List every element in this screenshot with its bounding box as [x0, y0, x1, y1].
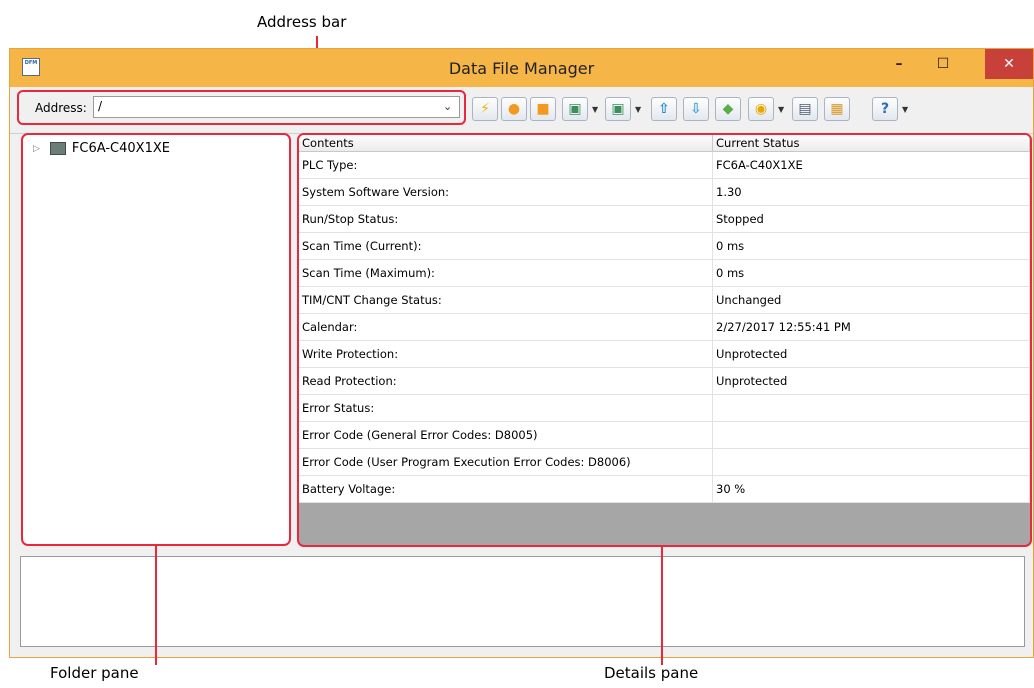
toolbar-button-9[interactable]: ◉ — [748, 97, 774, 121]
window-icon-1: ▣ — [568, 101, 582, 117]
toolbar-button-8[interactable]: ◆ — [715, 97, 741, 121]
chevron-down-icon[interactable]: ⌄ — [443, 100, 452, 113]
save-icon: ▤ — [798, 101, 812, 117]
details-table: Contents Current Status PLC Type: FC6A-C4… — [299, 135, 1030, 503]
dropdown-arrow-icon[interactable]: ▼ — [592, 105, 598, 114]
stop-icon: ■ — [536, 101, 550, 117]
contents-cell: TIM/CNT Change Status: — [299, 286, 713, 314]
maximize-button[interactable]: ☐ — [921, 49, 965, 79]
status-cell: 30 % — [712, 475, 1030, 503]
table-row[interactable]: Error Status: — [299, 394, 1030, 422]
window-icon-2: ▣ — [611, 101, 625, 117]
details-pane-callout-line — [661, 545, 663, 665]
contents-cell: Scan Time (Maximum): — [299, 259, 713, 287]
table-row[interactable]: TIM/CNT Change Status: Unchanged — [299, 286, 1030, 314]
address-input[interactable]: / — [93, 96, 460, 118]
contents-cell: Scan Time (Current): — [299, 232, 713, 260]
table-header-row: Contents Current Status — [299, 135, 1030, 152]
table-row[interactable]: Run/Stop Status: Stopped — [299, 205, 1030, 233]
lightning-icon: ⚡ — [480, 101, 490, 117]
status-cell: 0 ms — [712, 232, 1030, 260]
table-row[interactable]: Calendar: 2/27/2017 12:55:41 PM — [299, 313, 1030, 341]
document-icon: ▦ — [830, 101, 844, 117]
close-button[interactable]: ✕ — [985, 49, 1033, 79]
status-cell: Unchanged — [712, 286, 1030, 314]
tree-item-label: FC6A-C40X1XE — [71, 141, 170, 156]
data-file-manager-window: DFM Data File Manager – ☐ ✕ Address: / ⌄… — [9, 48, 1034, 658]
table-row[interactable]: Error Code (User Program Execution Error… — [299, 448, 1030, 476]
toolbar-button-11[interactable]: ▦ — [824, 97, 850, 121]
toolbar-button-12[interactable]: ? — [872, 97, 898, 121]
status-cell: Unprotected — [712, 340, 1030, 368]
tree-item-plc[interactable]: ▷ FC6A-C40X1XE — [33, 141, 170, 156]
run-icon: ● — [507, 101, 521, 117]
details-pane: Contents Current Status PLC Type: FC6A-C4… — [297, 133, 1032, 547]
status-cell: Stopped — [712, 205, 1030, 233]
contents-cell: Error Code (User Program Execution Error… — [299, 448, 713, 476]
contents-cell: Read Protection: — [299, 367, 713, 395]
table-row[interactable]: Error Code (General Error Codes: D8005) — [299, 421, 1030, 449]
toolbar-button-2[interactable]: ● — [501, 97, 527, 121]
contents-cell: System Software Version: — [299, 178, 713, 206]
toolbar-button-3[interactable]: ■ — [530, 97, 556, 121]
back-icon: ◆ — [722, 101, 734, 117]
contents-cell: Calendar: — [299, 313, 713, 341]
contents-cell: Error Status: — [299, 394, 713, 422]
table-row[interactable]: Write Protection: Unprotected — [299, 340, 1030, 368]
dropdown-arrow-icon[interactable]: ▼ — [902, 105, 908, 114]
contents-cell: Battery Voltage: — [299, 475, 713, 503]
dropdown-arrow-icon[interactable]: ▼ — [635, 105, 641, 114]
toolbar-button-6[interactable]: ⇧ — [651, 97, 677, 121]
minimize-button[interactable]: – — [877, 49, 921, 79]
folder-pane: ▷ FC6A-C40X1XE — [21, 133, 291, 546]
title-bar: DFM Data File Manager – ☐ ✕ — [10, 49, 1033, 87]
toolbar-button-4[interactable]: ▣ — [562, 97, 588, 121]
upload-icon: ⇧ — [658, 101, 670, 117]
toolbar-button-10[interactable]: ▤ — [792, 97, 818, 121]
table-row[interactable]: Scan Time (Maximum): 0 ms — [299, 259, 1030, 287]
address-bar-callout: Address bar — [257, 13, 347, 31]
status-cell — [712, 448, 1030, 476]
table-row[interactable]: PLC Type: FC6A-C40X1XE — [299, 151, 1030, 179]
column-header-current-status[interactable]: Current Status — [712, 135, 1030, 152]
table-row[interactable]: System Software Version: 1.30 — [299, 178, 1030, 206]
status-cell: 2/27/2017 12:55:41 PM — [712, 313, 1030, 341]
contents-cell: Error Code (General Error Codes: D8005) — [299, 421, 713, 449]
contents-cell: Write Protection: — [299, 340, 713, 368]
toolbar-button-1[interactable]: ⚡ — [472, 97, 498, 121]
status-cell — [712, 394, 1030, 422]
table-row[interactable]: Scan Time (Current): 0 ms — [299, 232, 1030, 260]
dropdown-arrow-icon[interactable]: ▼ — [778, 105, 784, 114]
toolbar-button-5[interactable]: ▣ — [605, 97, 631, 121]
expand-arrow-icon[interactable]: ▷ — [33, 144, 40, 154]
help-icon: ? — [880, 101, 890, 117]
table-row[interactable]: Read Protection: Unprotected — [299, 367, 1030, 395]
output-pane — [20, 556, 1025, 647]
folder-pane-callout-line — [155, 545, 157, 665]
toolbar-button-7[interactable]: ⇩ — [683, 97, 709, 121]
download-icon: ⇩ — [690, 101, 702, 117]
plc-icon — [49, 142, 66, 155]
folder-pane-callout: Folder pane — [50, 664, 139, 682]
status-cell: Unprotected — [712, 367, 1030, 395]
status-cell — [712, 421, 1030, 449]
table-row[interactable]: Battery Voltage: 30 % — [299, 475, 1030, 503]
contents-cell: PLC Type: — [299, 151, 713, 179]
status-cell: 0 ms — [712, 259, 1030, 287]
status-cell: 1.30 — [712, 178, 1030, 206]
address-label: Address: — [35, 101, 87, 115]
contents-cell: Run/Stop Status: — [299, 205, 713, 233]
status-cell: FC6A-C40X1XE — [712, 151, 1030, 179]
coin-icon: ◉ — [754, 101, 768, 117]
column-header-contents[interactable]: Contents — [299, 135, 713, 152]
toolbar: Address: / ⌄ ⚡ ● ■ ▣ ▼ ▣ ▼ ⇧ ⇩ ◆ ◉ ▼ ▤ ▦? ▼ — [10, 87, 1033, 134]
details-pane-callout: Details pane — [604, 664, 699, 682]
